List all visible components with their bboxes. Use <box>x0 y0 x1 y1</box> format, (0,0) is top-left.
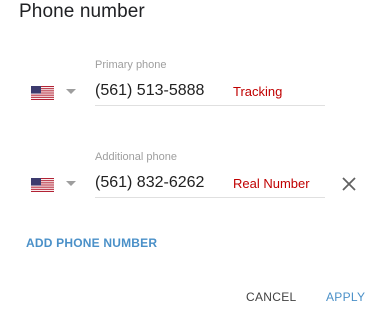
additional-phone-input[interactable]: (561) 832-6262 <box>95 174 204 192</box>
us-flag-icon[interactable] <box>31 178 54 192</box>
primary-phone-annotation: Tracking <box>233 84 283 99</box>
country-dropdown-chevron-icon[interactable] <box>66 181 76 186</box>
cancel-button[interactable]: CANCEL <box>246 290 296 304</box>
dialog-title: Phone number <box>19 1 145 22</box>
primary-phone-underline <box>95 105 325 106</box>
close-icon[interactable] <box>341 176 357 192</box>
primary-phone-input[interactable]: (561) 513-5888 <box>95 82 204 100</box>
primary-phone-label: Primary phone <box>95 59 167 71</box>
additional-phone-label: Additional phone <box>95 151 177 163</box>
add-phone-number-button[interactable]: ADD PHONE NUMBER <box>26 236 157 250</box>
primary-phone-row: Primary phone (561) 513-5888 Tracking <box>0 56 376 116</box>
additional-phone-underline <box>95 197 325 198</box>
country-dropdown-chevron-icon[interactable] <box>66 89 76 94</box>
additional-phone-row: Additional phone (561) 832-6262 Real Num… <box>0 148 376 208</box>
us-flag-icon[interactable] <box>31 86 54 100</box>
apply-button[interactable]: APPLY <box>326 290 365 304</box>
additional-phone-annotation: Real Number <box>233 176 310 191</box>
